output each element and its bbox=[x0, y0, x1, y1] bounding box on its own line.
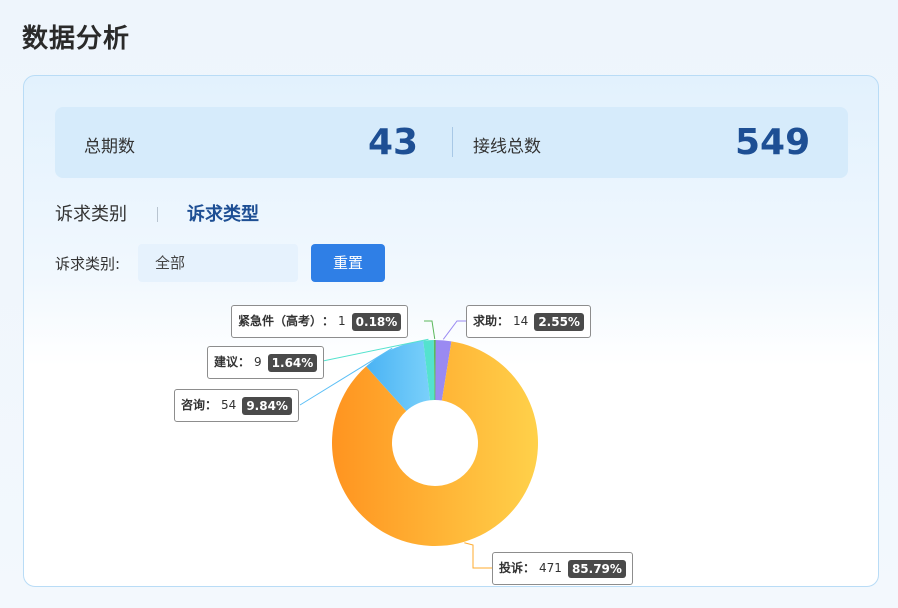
slice-name: 紧急件（高考） bbox=[238, 314, 323, 328]
periods-label: 总期数 bbox=[84, 137, 135, 157]
slice-percent: 1.64% bbox=[267, 353, 318, 372]
slice-name: 建议 bbox=[214, 355, 239, 369]
slice-name: 咨询 bbox=[181, 398, 206, 412]
slice-value: 1 bbox=[338, 314, 346, 328]
reset-button[interactable]: 重置 bbox=[311, 244, 385, 282]
slice-label-suggestion: 建议： 9 1.64% bbox=[207, 346, 325, 379]
filter-label: 诉求类别: bbox=[55, 255, 121, 273]
slice-percent: 9.84% bbox=[242, 396, 292, 415]
slice-name: 求助 bbox=[473, 314, 498, 328]
slice-value: 9 bbox=[254, 355, 262, 369]
slice-value: 471 bbox=[539, 561, 562, 575]
tab-category[interactable]: 诉求类别 bbox=[55, 203, 127, 227]
tab-type[interactable]: 诉求类型 bbox=[187, 203, 259, 227]
periods-value: 43 bbox=[368, 122, 419, 163]
stats-panel: 总期数 43 接线总数 549 bbox=[55, 107, 848, 178]
slice-label-urgent: 紧急件（高考）： 1 0.18% bbox=[231, 305, 409, 338]
stats-divider bbox=[452, 127, 453, 157]
slice-label-consult: 咨询： 54 9.84% bbox=[174, 389, 299, 422]
category-select[interactable]: 全部 bbox=[138, 244, 298, 282]
slice-percent: 0.18% bbox=[351, 312, 402, 331]
slice-value: 54 bbox=[221, 398, 237, 412]
analysis-card: 总期数 43 接线总数 549 诉求类别 诉求类型 诉求类别: 全部 重置 bbox=[23, 75, 879, 587]
slice-percent: 85.79% bbox=[567, 559, 626, 578]
slice-label-complaint: 投诉： 471 85.79% bbox=[492, 552, 633, 585]
slice-name: 投诉 bbox=[499, 561, 524, 575]
calls-value: 549 bbox=[735, 122, 811, 163]
tab-divider bbox=[157, 207, 158, 222]
slice-value: 14 bbox=[513, 314, 529, 328]
calls-label: 接线总数 bbox=[473, 137, 541, 157]
slice-label-help: 求助： 14 2.55% bbox=[466, 305, 591, 338]
page-title: 数据分析 bbox=[22, 24, 131, 54]
slice-percent: 2.55% bbox=[534, 312, 584, 331]
